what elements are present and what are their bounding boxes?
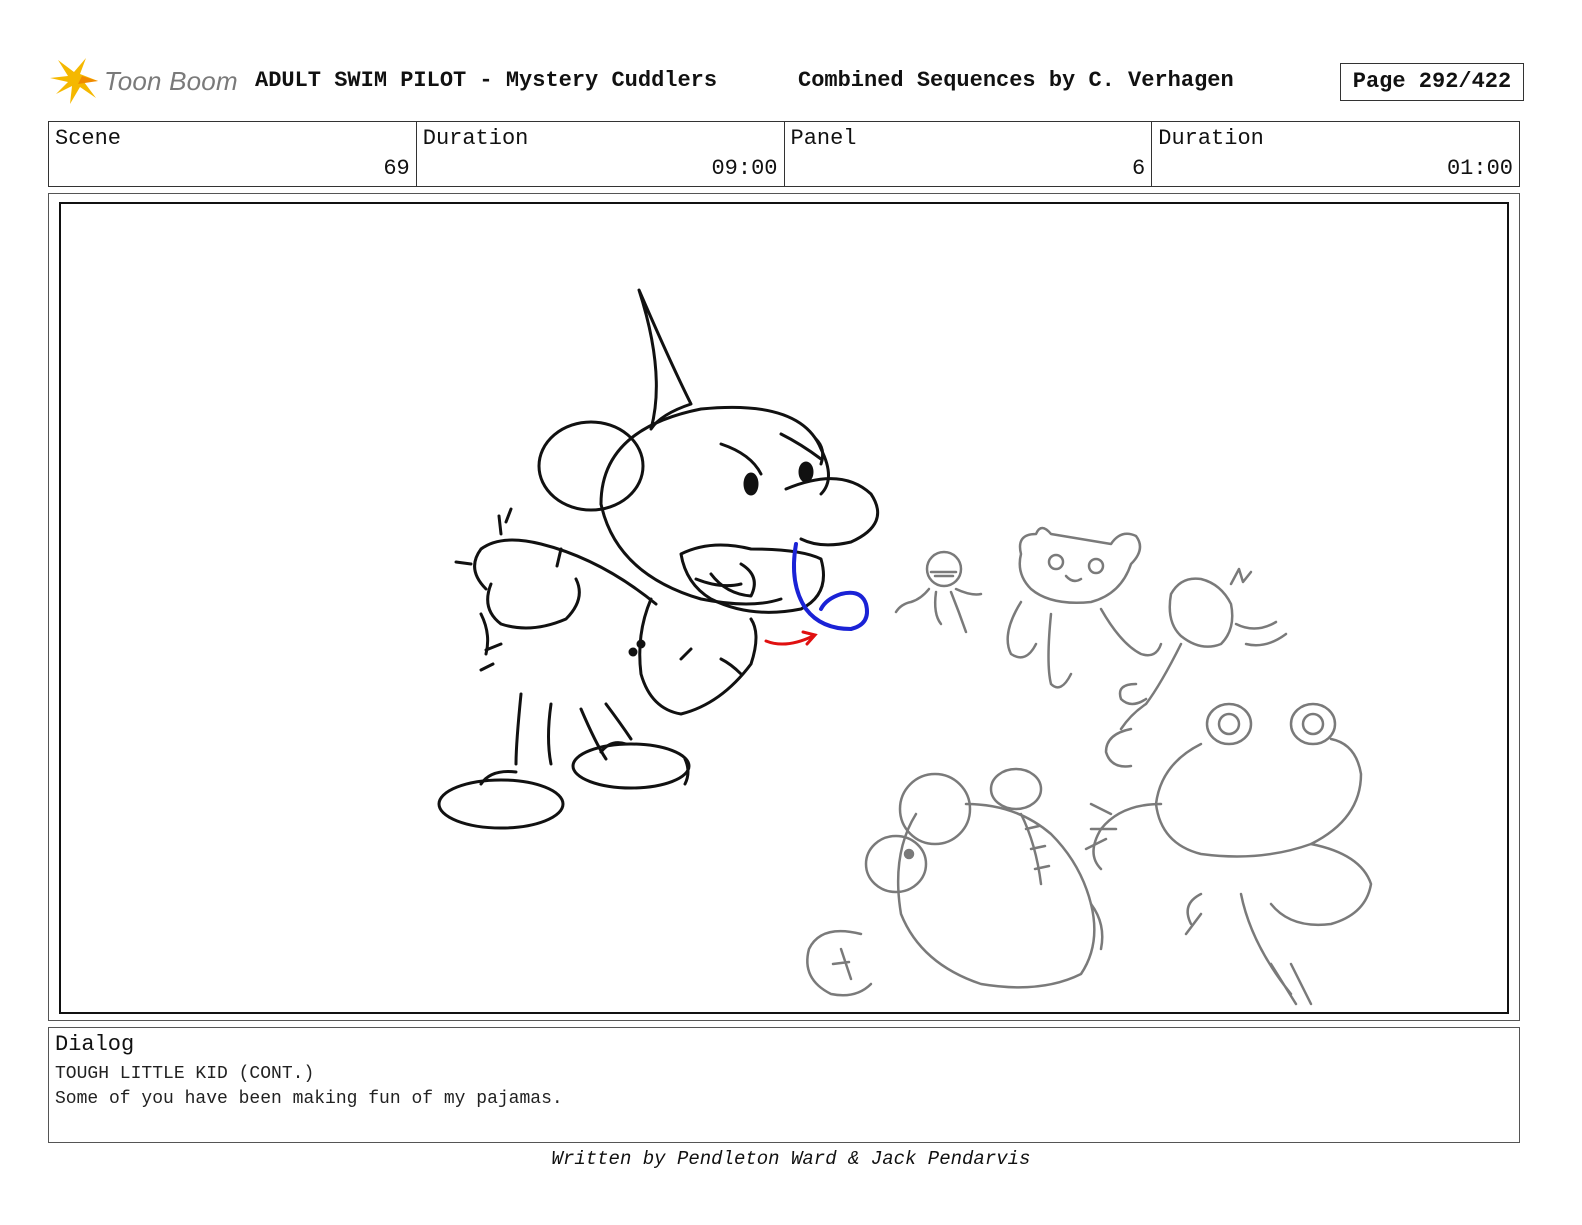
toon-boom-logo: Toon Boom	[50, 54, 245, 108]
panel-duration-label: Duration	[1158, 126, 1264, 151]
dialog-box: Dialog TOUGH LITTLE KID (CONT.) Some of …	[48, 1027, 1520, 1143]
storyboard-panel	[59, 202, 1509, 1014]
panel-duration-cell: Duration 01:00	[1152, 122, 1519, 186]
scene-cell: Scene 69	[49, 122, 417, 186]
scene-duration-cell: Duration 09:00	[417, 122, 785, 186]
page-indicator: Page 292/422	[1340, 63, 1524, 101]
starburst-logo-icon	[50, 58, 98, 104]
scene-duration-label: Duration	[422, 126, 529, 151]
scene-value: 69	[383, 156, 410, 181]
panel-value: 6	[1132, 156, 1146, 181]
production-title: ADULT SWIM PILOT - Mystery Cuddlers	[255, 68, 718, 93]
scene-info-table: Scene 69 Duration 09:00 Panel 6 Duration…	[48, 121, 1520, 187]
logo-wordmark: Toon Boom	[104, 66, 238, 96]
panel-label: Panel	[790, 126, 857, 151]
storyboard-panel-frame	[48, 193, 1520, 1021]
red-arrow-annotation	[764, 634, 815, 646]
panel-sketch	[437, 288, 1373, 1006]
dialog-text: Some of you have been making fun of my p…	[55, 1089, 563, 1109]
panel-duration-value: 01:00	[1446, 156, 1513, 181]
scene-label: Scene	[55, 126, 122, 151]
panel-cell: Panel 6	[785, 122, 1153, 186]
dialog-character: TOUGH LITTLE KID (CONT.)	[55, 1064, 315, 1084]
dialog-label: Dialog	[55, 1032, 135, 1057]
scene-duration-value: 09:00	[711, 156, 778, 181]
tough-kid-sketch	[437, 288, 880, 830]
blue-annotation-stroke	[792, 542, 869, 632]
sequence-credit: Combined Sequences by C. Verhagen	[798, 68, 1234, 93]
writer-credit: Written by Pendleton Ward & Jack Pendarv…	[551, 1148, 1031, 1170]
storyboard-header: Toon Boom ADULT SWIM PILOT - Mystery Cud…	[50, 52, 1534, 110]
stuffed-toys-sketch	[806, 526, 1373, 1006]
